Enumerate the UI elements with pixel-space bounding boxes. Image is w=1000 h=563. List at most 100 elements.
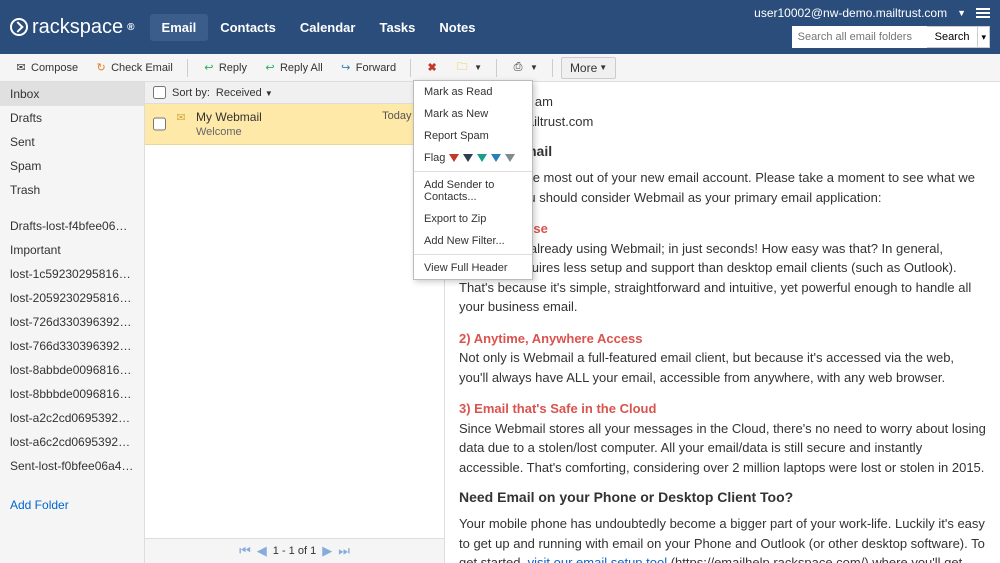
- menu-mark-new[interactable]: Mark as New: [414, 103, 532, 125]
- menu-view-header[interactable]: View Full Header: [414, 257, 532, 279]
- app-header: rackspace® Email Contacts Calendar Tasks…: [0, 0, 1000, 54]
- flag-blue-icon[interactable]: [491, 154, 501, 162]
- forward-icon: ↪: [339, 61, 353, 75]
- message-sender: My Webmail: [196, 110, 262, 124]
- menu-flag: Flag: [414, 147, 532, 169]
- page-last-icon[interactable]: ⏭: [338, 543, 350, 559]
- menu-mark-read[interactable]: Mark as Read: [414, 81, 532, 103]
- folder-lost[interactable]: lost-766d330396392d58af4e0: [0, 334, 144, 358]
- folder-lost[interactable]: Drafts-lost-f4bfee06a46cae584: [0, 214, 144, 238]
- folder-lost[interactable]: Sent-lost-f0bfee06a46cae584: [0, 454, 144, 478]
- logo-text: rackspace: [32, 16, 123, 39]
- header-left: rackspace® Email Contacts Calendar Tasks…: [10, 14, 488, 41]
- reading-title: pace Webmail: [459, 141, 986, 162]
- meta-domain: nw-demo.mailtrust.com: [459, 112, 986, 132]
- user-label[interactable]: user10002@nw-demo.mailtrust.com: [754, 6, 947, 20]
- section-title: 2) Anytime, Anywhere Access: [459, 329, 986, 349]
- search-row: Search ▾: [792, 26, 990, 48]
- folder-inbox[interactable]: Inbox: [0, 82, 144, 106]
- section-title: Need Email on your Phone or Desktop Clie…: [459, 487, 986, 508]
- menu-add-filter[interactable]: Add New Filter...: [414, 230, 532, 252]
- tab-tasks[interactable]: Tasks: [367, 14, 427, 41]
- flag-green-icon[interactable]: [477, 154, 487, 162]
- delete-button[interactable]: ✖: [419, 58, 445, 78]
- print-icon: ⎙: [511, 61, 525, 75]
- section-body: Not only is Webmail a full-featured emai…: [459, 348, 986, 387]
- envelope-icon: ✉: [174, 110, 188, 124]
- message-row[interactable]: ✉ My Webmail Today 2:13 Welcome: [145, 104, 444, 145]
- folder-sent[interactable]: Sent: [0, 130, 144, 154]
- sort-bar: Sort by: Received ▼: [145, 82, 444, 104]
- folder-lost[interactable]: lost-a2c2cd0695392d58af4e0: [0, 406, 144, 430]
- menu-export-zip[interactable]: Export to Zip: [414, 208, 532, 230]
- tab-notes[interactable]: Notes: [427, 14, 487, 41]
- more-menu: Mark as Read Mark as New Report Spam Fla…: [413, 80, 533, 280]
- header-right: user10002@nw-demo.mailtrust.com ▼ Search…: [754, 6, 990, 48]
- flag-dark-icon[interactable]: [463, 154, 473, 162]
- sort-value[interactable]: Received ▼: [216, 87, 273, 99]
- reading-intro: way to get the most out of your new emai…: [459, 168, 986, 207]
- reply-icon: ↩: [202, 61, 216, 75]
- select-all-checkbox[interactable]: [153, 86, 166, 99]
- chevron-down-icon: ▼: [474, 63, 482, 72]
- check-email-button[interactable]: ↻ Check Email: [88, 58, 179, 78]
- section-body: Since Webmail stores all your messages i…: [459, 419, 986, 478]
- compose-button[interactable]: ✉ Compose: [8, 58, 84, 78]
- folder-lost[interactable]: lost-8bbbde0096816c58527b0: [0, 382, 144, 406]
- chevron-down-icon: ▼: [599, 63, 607, 72]
- add-folder-link[interactable]: Add Folder: [0, 490, 144, 520]
- pager-text: 1 - 1 of 1: [273, 545, 316, 557]
- sort-label: Sort by:: [172, 87, 210, 99]
- refresh-icon: ↻: [94, 61, 108, 75]
- search-button[interactable]: Search: [927, 26, 979, 48]
- search-input[interactable]: [792, 26, 927, 48]
- delete-icon: ✖: [425, 61, 439, 75]
- message-subject: Welcome: [196, 126, 436, 138]
- section-body: Your mobile phone has undoubtedly become…: [459, 514, 986, 563]
- folder-drafts[interactable]: Drafts: [0, 106, 144, 130]
- flag-gray-icon[interactable]: [505, 154, 515, 162]
- menu-report-spam[interactable]: Report Spam: [414, 125, 532, 147]
- separator: [410, 59, 411, 77]
- folder-lost[interactable]: Important: [0, 238, 144, 262]
- page-first-icon[interactable]: ⏮: [239, 543, 251, 559]
- folder-lost[interactable]: lost-726d330396392d58af4e0: [0, 310, 144, 334]
- setup-tool-link[interactable]: visit our email setup tool: [528, 555, 667, 563]
- section-title: 3) Email that's Safe in the Cloud: [459, 399, 986, 419]
- print-button[interactable]: ⎙ ▼: [505, 58, 544, 78]
- chevron-down-icon: ▼: [530, 63, 538, 72]
- folder-spam[interactable]: Spam: [0, 154, 144, 178]
- tab-calendar[interactable]: Calendar: [288, 14, 368, 41]
- reply-button[interactable]: ↩ Reply: [196, 58, 253, 78]
- reply-all-icon: ↩: [263, 61, 277, 75]
- user-dropdown-icon[interactable]: ▼: [957, 8, 966, 18]
- compose-icon: ✉: [14, 61, 28, 75]
- meta-date: 2017 at 2:13 am: [459, 92, 986, 112]
- page-prev-icon[interactable]: ◀: [257, 543, 267, 559]
- move-button[interactable]: 🗀 ▼: [449, 58, 488, 78]
- forward-button[interactable]: ↪ Forward: [333, 58, 402, 78]
- tab-email[interactable]: Email: [150, 14, 209, 41]
- message-list: Sort by: Received ▼ ✉ My Webmail Today 2…: [145, 82, 445, 563]
- search-dropdown[interactable]: ▾: [978, 26, 990, 48]
- folder-lost[interactable]: lost-8abbde0096816c58527b0: [0, 358, 144, 382]
- folder-lost[interactable]: lost-a6c2cd0695392d58af4e0: [0, 430, 144, 454]
- folder-icon: 🗀: [455, 61, 469, 75]
- pager: ⏮ ◀ 1 - 1 of 1 ▶ ⏭: [145, 538, 444, 563]
- message-checkbox[interactable]: [153, 110, 166, 138]
- logo[interactable]: rackspace®: [10, 16, 135, 39]
- flag-red-icon[interactable]: [449, 154, 459, 162]
- menu-add-contact[interactable]: Add Sender to Contacts...: [414, 174, 532, 208]
- sidebar: Inbox Drafts Sent Spam Trash Drafts-lost…: [0, 82, 145, 563]
- tab-contacts[interactable]: Contacts: [208, 14, 288, 41]
- separator: [496, 59, 497, 77]
- folder-lost[interactable]: lost-1c59230295816c58527b0: [0, 262, 144, 286]
- toolbar: ✉ Compose ↻ Check Email ↩ Reply ↩ Reply …: [0, 54, 1000, 82]
- page-next-icon[interactable]: ▶: [322, 543, 332, 559]
- folder-trash[interactable]: Trash: [0, 178, 144, 202]
- hamburger-icon[interactable]: [976, 6, 990, 20]
- folder-lost[interactable]: lost-2059230295816c58527b0: [0, 286, 144, 310]
- more-button[interactable]: More ▼: [561, 57, 616, 79]
- reply-all-button[interactable]: ↩ Reply All: [257, 58, 329, 78]
- section-body: Well, you're already using Webmail; in j…: [459, 239, 986, 317]
